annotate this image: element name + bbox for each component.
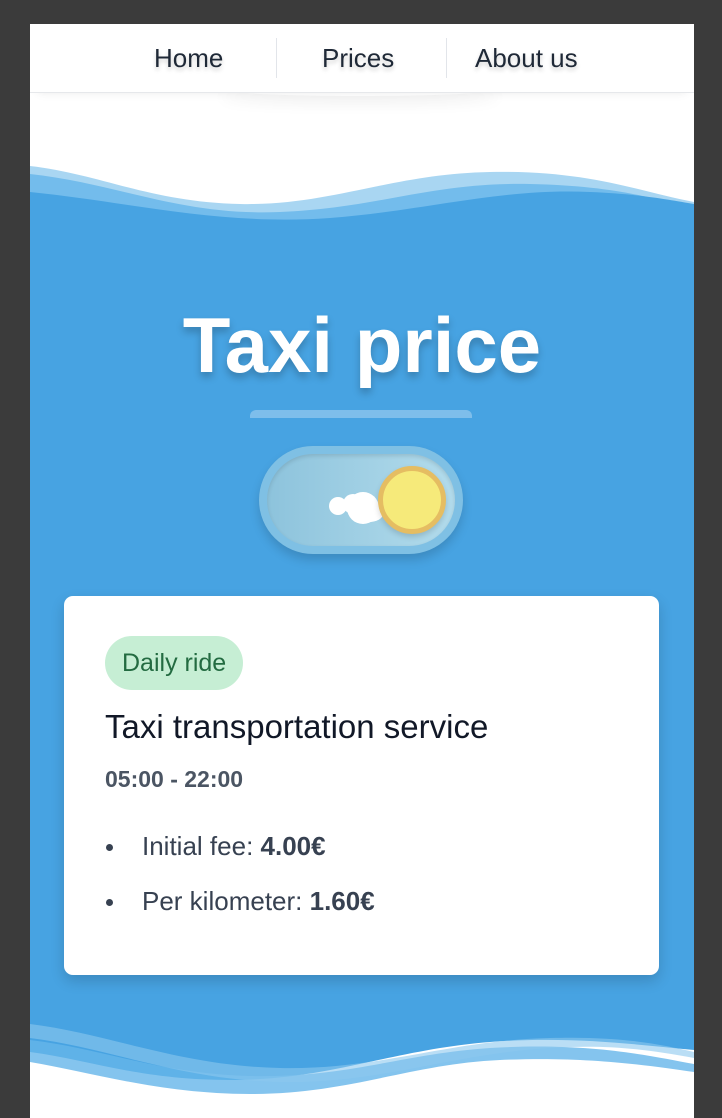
service-hours: 05:00 - 22:00 [105, 766, 244, 792]
nav-divider [276, 38, 277, 78]
nav-link-prices[interactable]: Prices [322, 24, 394, 92]
price-item-per-kilometer: Per kilometer: 1.60€ [105, 881, 375, 936]
title-underline [250, 410, 472, 418]
bullet-icon [106, 844, 113, 851]
ride-type-badge: Daily ride [105, 636, 244, 690]
nav-divider [446, 38, 447, 78]
price-list: Initial fee: 4.00€ Per kilometer: 1.60€ [105, 826, 375, 936]
price-item-initial-fee: Initial fee: 4.00€ [105, 826, 375, 881]
page-title: Taxi price [182, 301, 542, 389]
page-viewport: Home Prices About us Taxi price Daily ri… [30, 24, 694, 1118]
toggle-track [267, 454, 455, 546]
sun-icon [378, 466, 446, 534]
day-night-toggle[interactable] [259, 446, 463, 554]
price-label: Per kilometer: [142, 886, 310, 916]
bullet-icon [106, 899, 113, 906]
price-card: Daily ride Taxi transportation service 0… [64, 596, 659, 975]
bottom-wave-decoration [30, 1014, 694, 1118]
price-value: 1.60€ [309, 886, 375, 916]
top-navigation: Home Prices About us [30, 24, 694, 93]
nav-link-home[interactable]: Home [154, 24, 223, 92]
service-title: Taxi transportation service [105, 708, 489, 745]
price-value: 4.00€ [260, 831, 326, 861]
price-label: Initial fee: [142, 831, 261, 861]
nav-link-about-us[interactable]: About us [475, 24, 578, 92]
